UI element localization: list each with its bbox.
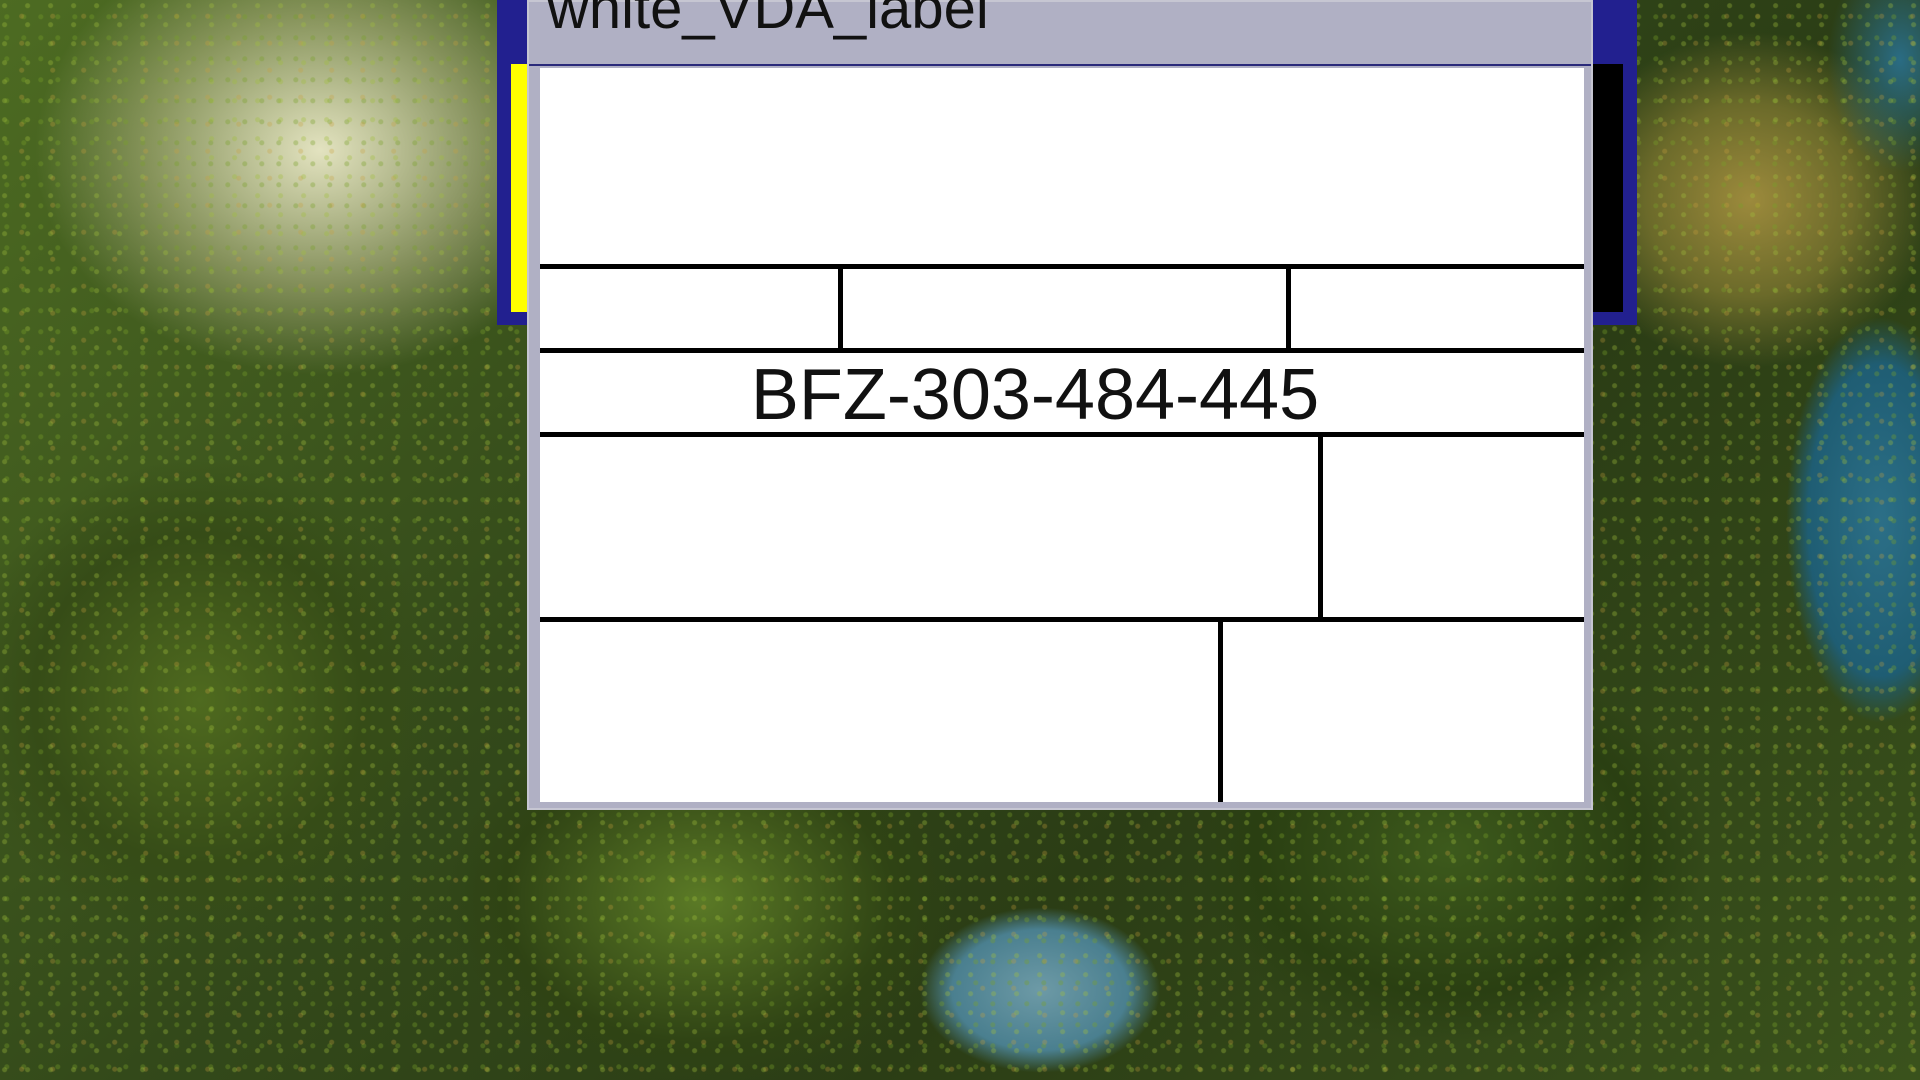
label-divider-row-2 [540,348,1584,353]
label-divider-col-d [1218,617,1223,802]
label-divider-col-a [838,264,843,352]
label-code-text: BFZ-303-484-445 [750,355,1320,435]
label-divider-row-1 [540,264,1584,269]
label-divider-row-4 [540,617,1584,622]
label-divider-col-c [1318,432,1323,621]
titlebar-divider [529,64,1591,66]
window-title: white_VDA_label [547,0,989,41]
label-divider-col-b [1286,264,1291,352]
label-window[interactable]: white_VDA_label BFZ-303-484-445 [527,0,1593,810]
vda-label-canvas: BFZ-303-484-445 [540,68,1584,802]
